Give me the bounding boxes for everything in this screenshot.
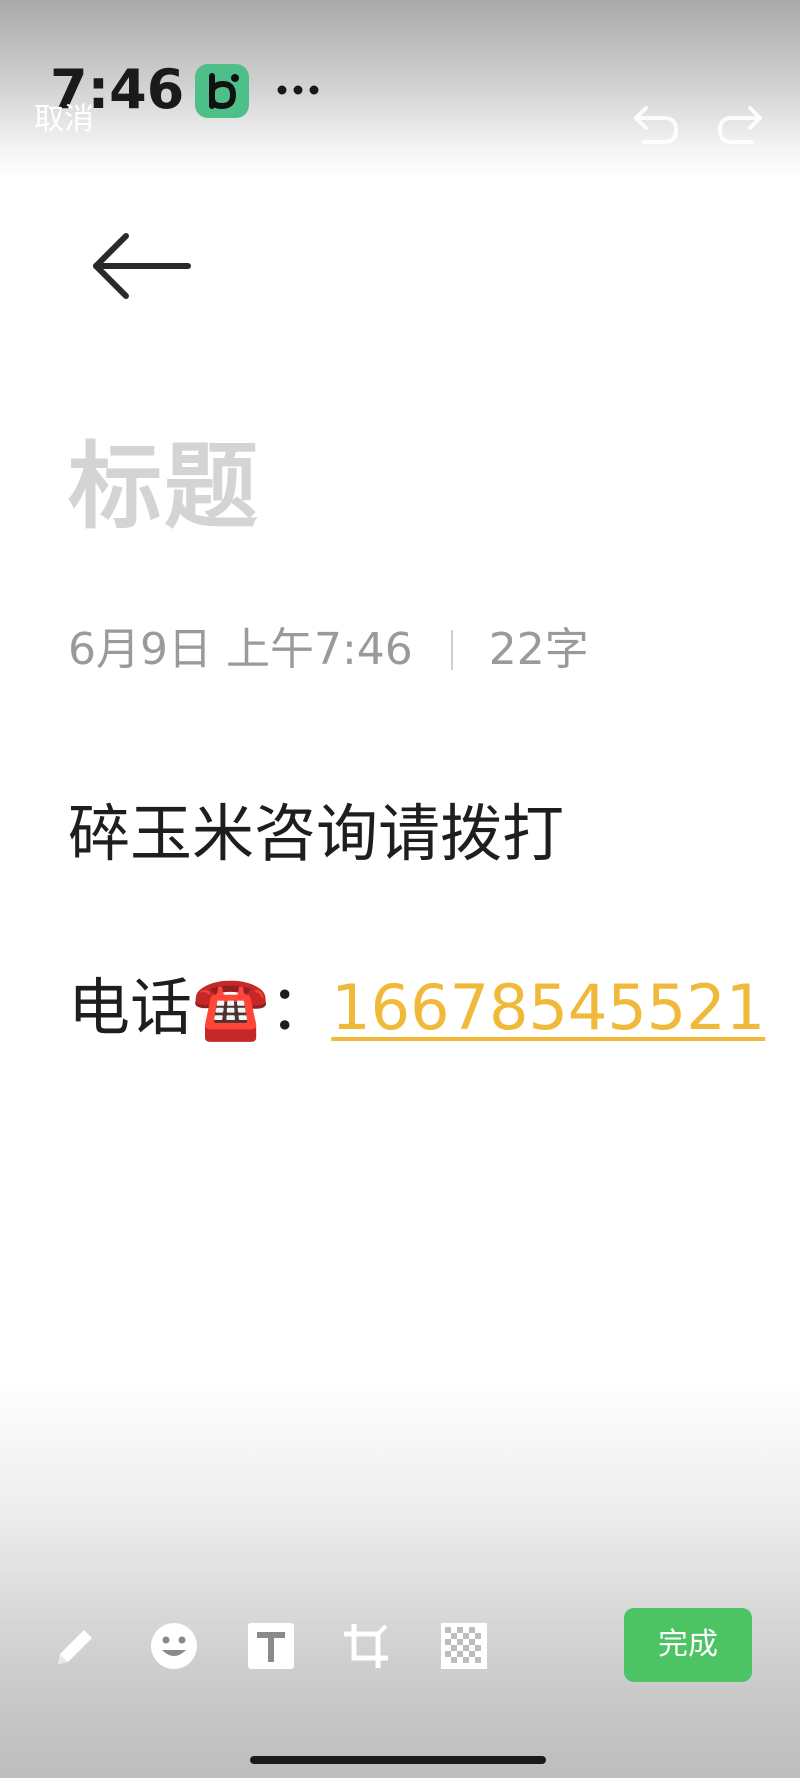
bottom-gradient-overlay bbox=[0, 1380, 800, 1778]
note-body-line-1[interactable]: 碎玉米咨询请拨打 bbox=[68, 796, 564, 872]
note-body-line-2[interactable]: 电话☎️：16678545521 bbox=[68, 970, 765, 1046]
cancel-button[interactable]: 取消 bbox=[34, 100, 94, 140]
note-title-placeholder[interactable]: 标题 bbox=[68, 432, 260, 544]
home-indicator[interactable] bbox=[250, 1756, 546, 1764]
redo-icon[interactable] bbox=[714, 100, 764, 146]
b-app-icon bbox=[195, 64, 249, 118]
line2-colon: ： bbox=[269, 971, 332, 1044]
undo-icon[interactable] bbox=[632, 100, 682, 146]
telephone-icon: ☎️ bbox=[192, 971, 270, 1044]
meta-divider bbox=[450, 630, 453, 670]
line2-prefix: 电话 bbox=[68, 971, 193, 1044]
mosaic-icon[interactable] bbox=[438, 1620, 490, 1672]
text-icon[interactable] bbox=[245, 1620, 297, 1672]
crop-icon[interactable] bbox=[340, 1620, 392, 1672]
more-dots-icon bbox=[272, 76, 332, 104]
pen-icon[interactable] bbox=[50, 1620, 102, 1672]
emoji-icon[interactable] bbox=[148, 1620, 200, 1672]
note-meta: 6月9日 上午7:46 22字 bbox=[68, 622, 589, 678]
back-arrow-icon[interactable] bbox=[88, 226, 194, 310]
note-date: 6月9日 上午7:46 bbox=[68, 624, 413, 675]
done-button[interactable]: 完成 bbox=[624, 1608, 752, 1682]
phone-number-link[interactable]: 16678545521 bbox=[331, 971, 765, 1044]
note-char-count: 22字 bbox=[488, 624, 589, 675]
